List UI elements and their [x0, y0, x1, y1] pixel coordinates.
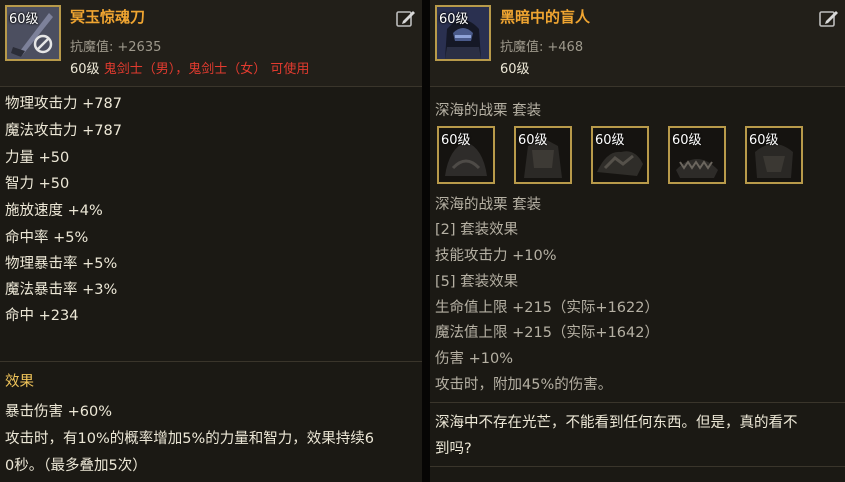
resist-label: 抗魔值: — [70, 40, 114, 55]
set-item-slot[interactable]: 60级 — [591, 126, 649, 184]
set-item-level: 60级 — [749, 133, 779, 148]
required-level: 60级 — [70, 62, 100, 77]
armor-tooltip-header: 60级 黑暗中的盲人 抗魔值: +468 60级 — [430, 0, 845, 87]
resist-stat: 抗魔值: +2635 — [70, 36, 161, 55]
set-item-slot[interactable]: 60级 — [437, 126, 495, 184]
stat-line: 魔法攻击力 +787 — [5, 123, 122, 139]
stat-line: 智力 +50 — [5, 176, 70, 192]
set-item-level: 60级 — [518, 133, 548, 148]
effect-line: 攻击时，有10%的概率增加5%的力量和智力，效果持续6 — [5, 431, 374, 447]
class-restriction: 鬼剑士（男），鬼剑士（女） — [103, 62, 267, 77]
required-level: 60级 — [500, 62, 530, 77]
set-item-slot[interactable]: 60级 — [745, 126, 803, 184]
resist-value: +2635 — [117, 40, 162, 55]
item-level-badge: 60级 — [439, 12, 469, 27]
resist-label: 抗魔值: — [500, 40, 544, 55]
section-divider — [430, 466, 845, 467]
set-bonus-label: [5] 套装效果 — [435, 274, 519, 290]
armor-tooltip: 60级 黑暗中的盲人 抗魔值: +468 60级 深海的战栗 套装 60级 60… — [430, 0, 845, 482]
section-divider — [430, 402, 845, 403]
panel-gap — [422, 0, 430, 482]
stat-line: 物理暴击率 +5% — [5, 256, 118, 272]
stat-line: 物理攻击力 +787 — [5, 96, 122, 112]
set-item-slot[interactable]: 60级 — [668, 126, 726, 184]
set-item-level: 60级 — [441, 133, 471, 148]
item-name: 黑暗中的盲人 — [500, 8, 591, 26]
weapon-tooltip: 60级 冥玉惊魂刀 抗魔值: +2635 60级 鬼剑士（男），鬼剑士（女） 可使… — [0, 0, 422, 482]
effect-title: 效果 — [5, 374, 34, 390]
flavor-text-line: 到吗? — [435, 441, 472, 457]
set-item-level: 60级 — [672, 133, 702, 148]
set-bonus-stat: 攻击时，附加45%的伤害。 — [435, 377, 613, 393]
requirement-line: 60级 鬼剑士（男），鬼剑士（女） 可使用 — [70, 58, 309, 77]
set-bonus-label: [2] 套装效果 — [435, 222, 519, 238]
weapon-icon[interactable]: 60级 — [5, 5, 61, 61]
set-bonus-stat: 伤害 +10% — [435, 351, 513, 367]
stat-line: 命中率 +5% — [5, 230, 89, 246]
stat-line: 命中 +234 — [5, 308, 79, 324]
set-bonus-stat: 生命值上限 +215（实际+1622） — [435, 300, 659, 316]
usable-suffix: 可使用 — [270, 62, 310, 77]
stat-line: 施放速度 +4% — [5, 203, 103, 219]
edit-icon[interactable] — [819, 8, 839, 28]
effect-line: 0秒。（最多叠加5次） — [5, 458, 147, 474]
stat-line: 魔法暴击率 +3% — [5, 282, 118, 298]
flavor-text-line: 深海中不存在光芒，不能看到任何东西。但是，真的看不 — [435, 415, 798, 431]
stat-line: 力量 +50 — [5, 150, 70, 166]
set-heading: 深海的战栗 套装 — [435, 103, 542, 119]
armor-icon[interactable]: 60级 — [435, 5, 491, 61]
resist-value: +468 — [547, 40, 584, 55]
section-divider — [0, 361, 422, 362]
set-heading: 深海的战栗 套装 — [435, 197, 542, 213]
resist-stat: 抗魔值: +468 — [500, 36, 583, 55]
edit-icon[interactable] — [396, 8, 416, 28]
set-bonus-stat: 技能攻击力 +10% — [435, 248, 557, 264]
set-item-slot[interactable]: 60级 — [514, 126, 572, 184]
weapon-tooltip-header: 60级 冥玉惊魂刀 抗魔值: +2635 60级 鬼剑士（男），鬼剑士（女） 可使… — [0, 0, 422, 87]
effect-line: 暴击伤害 +60% — [5, 404, 112, 420]
item-name: 冥玉惊魂刀 — [70, 8, 146, 26]
set-item-level: 60级 — [595, 133, 625, 148]
set-bonus-stat: 魔法值上限 +215（实际+1642） — [435, 325, 659, 341]
item-level-badge: 60级 — [9, 12, 39, 27]
